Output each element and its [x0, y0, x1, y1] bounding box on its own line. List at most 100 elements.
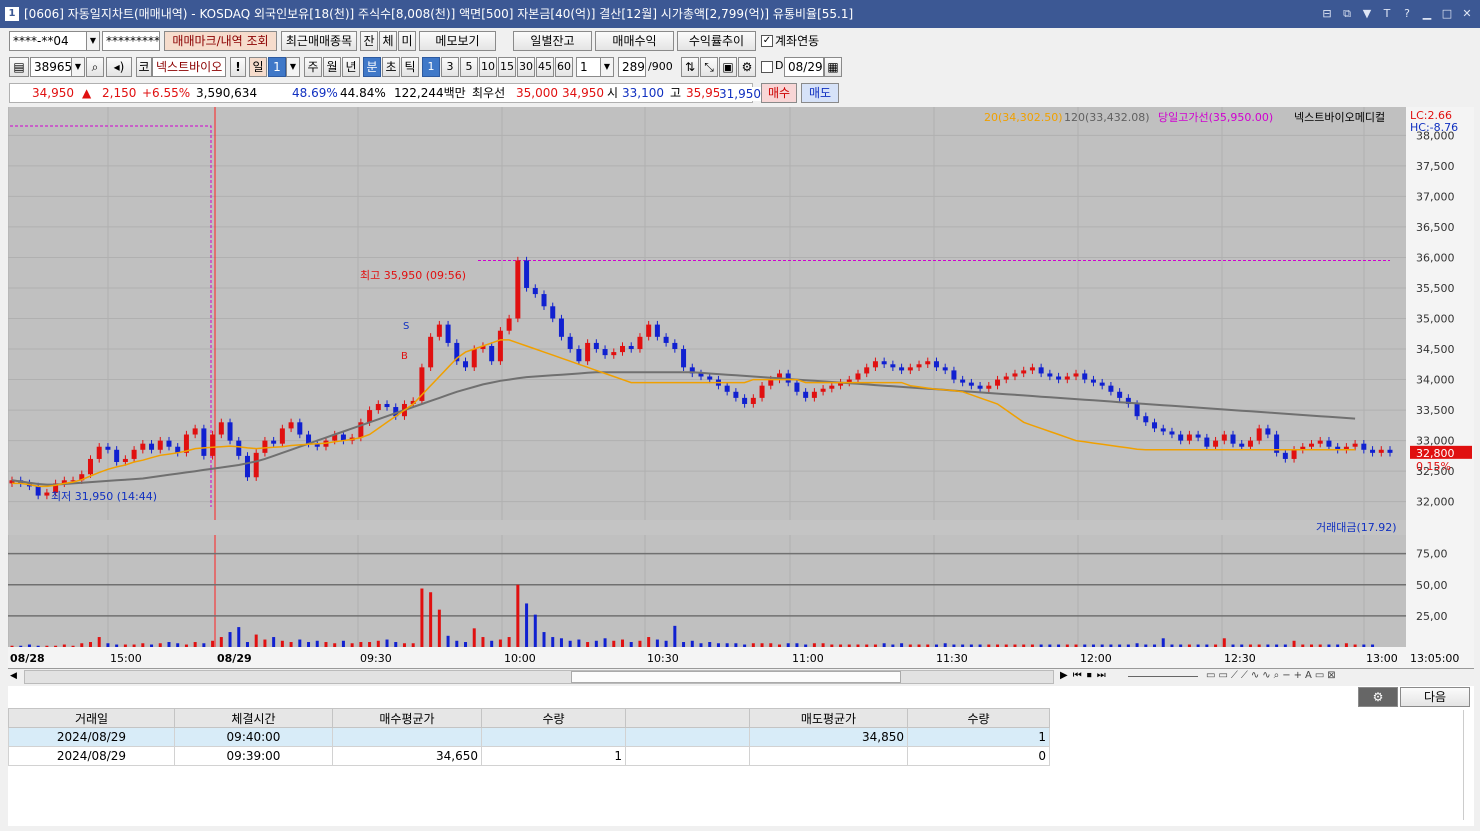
stock-code-input[interactable]: 389650 [30, 57, 72, 77]
drawing-icon[interactable]: ⤡ [700, 57, 718, 77]
period-minute-button[interactable]: 분 [363, 57, 381, 77]
trade-profit-button[interactable]: 매매수익 [595, 31, 674, 51]
volume-bar [786, 643, 790, 647]
period-month-button[interactable]: 월 [323, 57, 341, 77]
pin-icon[interactable]: ▼ [1360, 0, 1374, 28]
chart-tools-icons[interactable]: ▭▭⟋⟋∿∿⌕−+A▭⊠ [1206, 670, 1339, 681]
interval-15-button[interactable]: 15 [498, 57, 516, 77]
help-icon[interactable]: ? [1400, 0, 1414, 28]
password-field[interactable]: ********* [102, 31, 160, 51]
warning-icon[interactable]: ! [230, 57, 246, 77]
candle-body [1029, 367, 1035, 371]
candle-body [585, 342, 591, 362]
candle-body [602, 349, 608, 356]
speaker-icon[interactable]: ◂) [106, 57, 132, 77]
day-count-field[interactable]: 1 [268, 57, 286, 77]
chart-scrollbar[interactable]: ◀ ▶⏮⏹⏭ ▭▭⟋⟋∿∿⌕−+A▭⊠ [8, 668, 1474, 685]
chart-menu-icon[interactable]: ▤ [9, 57, 29, 77]
volume-bar [629, 642, 633, 647]
profit-trend-button[interactable]: 수익률추이 [677, 31, 756, 51]
interval-5-button[interactable]: 5 [460, 57, 478, 77]
stock-code-dropdown[interactable]: ▼ [71, 57, 85, 77]
table-row[interactable]: 2024/08/29 09:39:00 34,650 1 0 [8, 746, 1050, 766]
zoom-slider[interactable] [1128, 676, 1198, 677]
playback-controls[interactable]: ▶⏮⏹⏭ [1060, 670, 1111, 681]
volume-bar [324, 642, 328, 647]
candle-body [253, 452, 259, 478]
next-button[interactable]: 다음 [1400, 687, 1470, 707]
candle-body [1265, 428, 1271, 435]
interval-30-button[interactable]: 30 [517, 57, 535, 77]
chart-area[interactable]: 38,000 37,500 37,000 36,500 36,000 35,500 35,0… [7, 107, 1474, 668]
layout-icon[interactable]: ⊟ [1320, 0, 1334, 28]
grid-scrollbar[interactable] [1463, 710, 1471, 820]
period-year-button[interactable]: 년 [342, 57, 360, 77]
buy-button[interactable]: 매수 [761, 83, 797, 103]
column-header[interactable] [625, 708, 750, 728]
bar-count-field[interactable]: 289 [618, 57, 646, 77]
minimize-icon[interactable]: ▁ [1420, 0, 1434, 28]
recent-trades-button[interactable]: 최근매매종목 [281, 31, 357, 51]
interval-10-button[interactable]: 10 [479, 57, 497, 77]
volume-bar [19, 645, 23, 647]
tab-balance[interactable]: 잔 [360, 31, 378, 51]
indicator-icon[interactable]: ⇅ [681, 57, 699, 77]
interval-45-button[interactable]: 45 [536, 57, 554, 77]
column-header[interactable]: 매도평균가 [749, 708, 908, 728]
daily-balance-button[interactable]: 일별잔고 [513, 31, 592, 51]
volume-bar [341, 640, 345, 647]
scroll-left-icon[interactable]: ◀ [10, 671, 22, 684]
candle-body [218, 422, 224, 435]
tab-pending[interactable]: 미 [398, 31, 416, 51]
memo-button[interactable]: 메모보기 [419, 31, 496, 51]
volume-bar [1275, 644, 1279, 647]
column-header[interactable]: 매수평균가 [332, 708, 482, 728]
candle-body [986, 385, 992, 389]
date-input[interactable]: 08/29 [784, 57, 824, 77]
tab-executed[interactable]: 체 [379, 31, 397, 51]
price-chart[interactable]: 38,00037,50037,00036,50036,00035,50035,0… [7, 107, 1474, 668]
period-week-button[interactable]: 주 [304, 57, 322, 77]
window-number[interactable]: 1 [5, 7, 19, 21]
period-day-button[interactable]: 일 [249, 57, 267, 77]
trade-marks-button[interactable]: 매매마크/내역 조회 [164, 31, 277, 51]
ratio-2: 44.84% [340, 86, 386, 100]
search-icon[interactable]: ⌕ [86, 57, 104, 77]
x-tick-label: 11:30 [936, 652, 968, 665]
legend-high-line: 당일고가선(35,950.00) [1158, 110, 1273, 124]
custom-interval-dropdown[interactable]: ▼ [600, 57, 614, 77]
text-icon[interactable]: T [1380, 0, 1394, 28]
grid-settings-icon[interactable]: ⚙ [1358, 687, 1398, 707]
sell-button[interactable]: 매도 [801, 83, 839, 103]
period-tick-button[interactable]: 틱 [401, 57, 419, 77]
column-header[interactable]: 체결시간 [174, 708, 333, 728]
day-count-dropdown[interactable]: ▼ [286, 57, 300, 77]
date-checkbox[interactable] [761, 61, 773, 73]
candle-body [733, 391, 739, 398]
account-dropdown[interactable]: ▼ [86, 31, 100, 51]
scroll-track[interactable] [24, 670, 1054, 684]
interval-60-button[interactable]: 60 [555, 57, 573, 77]
candle-body [1309, 443, 1315, 447]
interval-3-button[interactable]: 3 [441, 57, 459, 77]
settings-icon[interactable]: ⚙ [738, 57, 756, 77]
volume-bar [760, 643, 764, 647]
interval-1-button[interactable]: 1 [422, 57, 440, 77]
account-link-checkbox[interactable]: ✓ [761, 35, 773, 47]
volume-bar [132, 644, 136, 647]
volume-bar [1161, 638, 1165, 647]
account-field[interactable]: ****-**04 [9, 31, 87, 51]
close-icon[interactable]: ✕ [1460, 0, 1474, 28]
column-header[interactable]: 거래일 [8, 708, 175, 728]
column-header[interactable]: 수량 [907, 708, 1050, 728]
candle-body [942, 367, 948, 371]
save-icon[interactable]: ▣ [719, 57, 737, 77]
chart-toolbar: ▤ 389650 ▼ ⌕ ◂) 코 넥스트바이오 ! 일 1 ▼ 주 월 년 분… [0, 55, 1480, 81]
calendar-icon[interactable]: ▦ [824, 57, 842, 77]
maximize-icon[interactable]: □ [1440, 0, 1454, 28]
scroll-thumb[interactable] [571, 671, 901, 683]
period-second-button[interactable]: 초 [382, 57, 400, 77]
table-row[interactable]: 2024/08/29 09:40:00 34,850 1 [8, 727, 1050, 747]
column-header[interactable]: 수량 [481, 708, 626, 728]
window-icon[interactable]: ⧉ [1340, 0, 1354, 28]
